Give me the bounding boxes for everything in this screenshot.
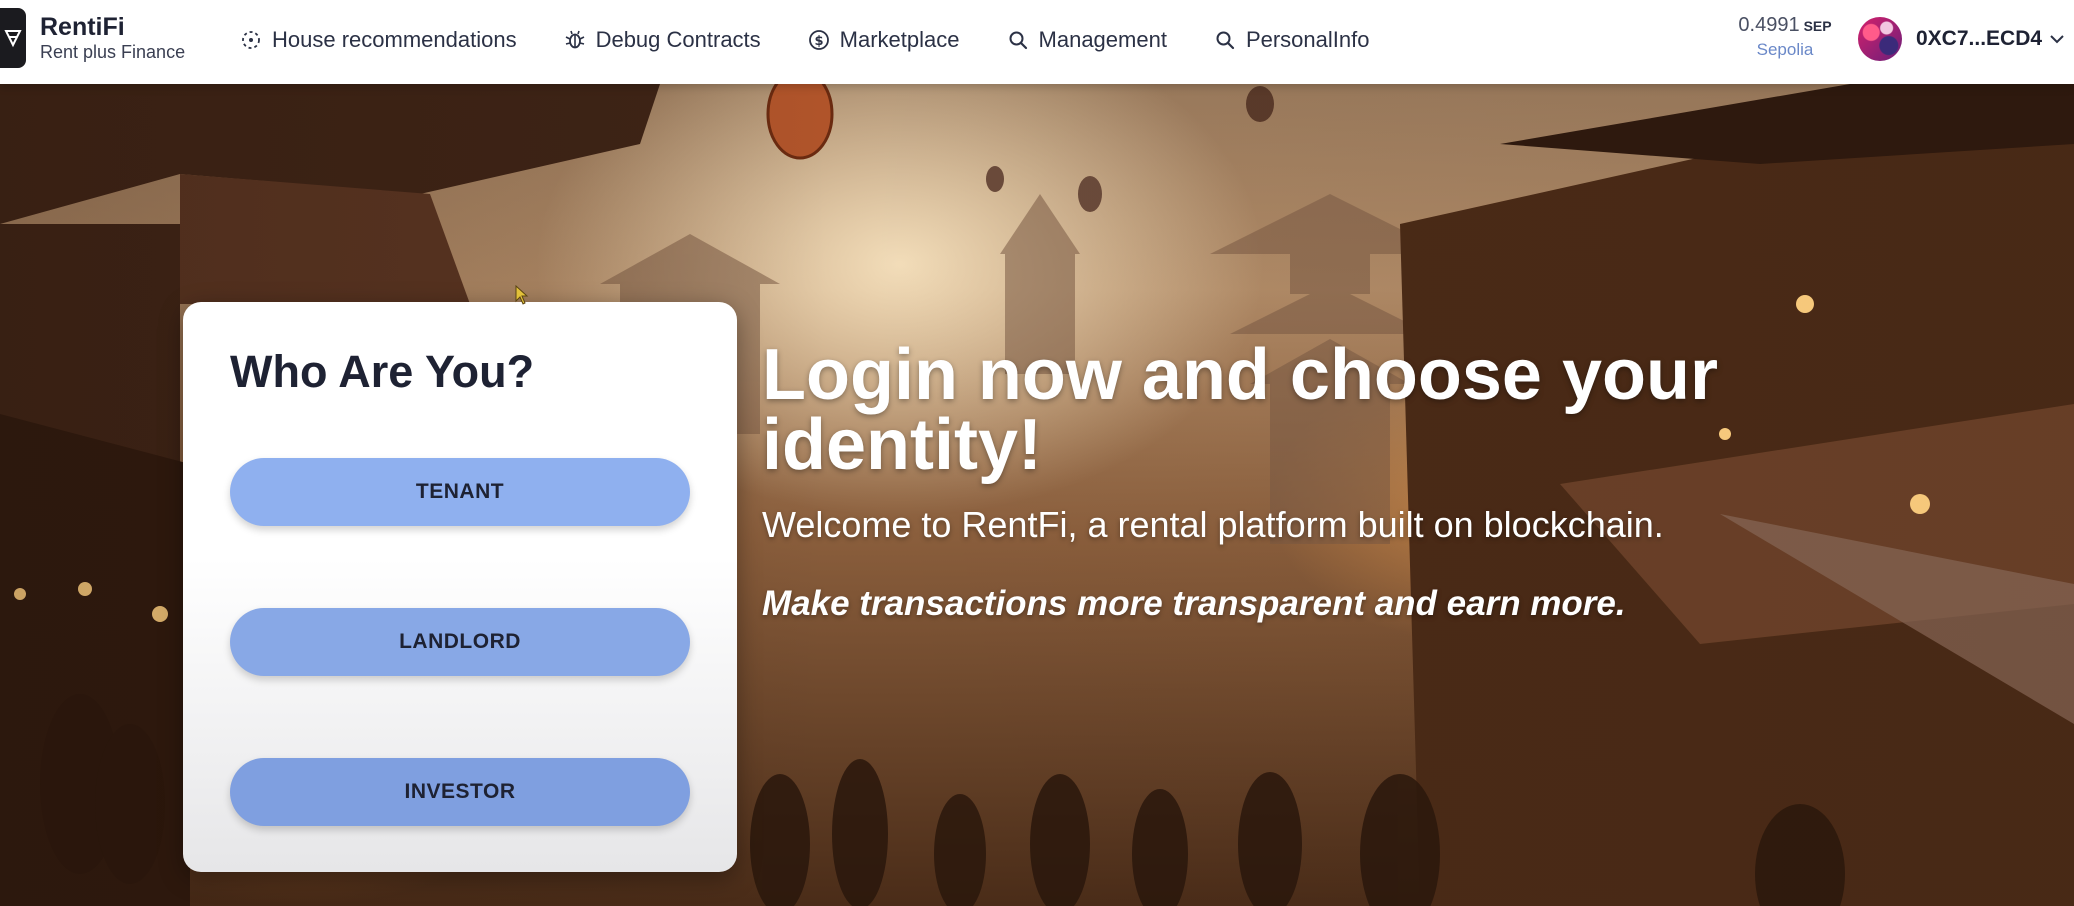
hero-welcome-text: Welcome to RentFi, a rental platform bui… [762, 504, 1664, 545]
wallet-balance: 0.4991 SEP Sepolia [1730, 12, 1840, 61]
nav-item-marketplace[interactable]: $ Marketplace [808, 27, 960, 53]
search-icon [1009, 31, 1027, 50]
nav-label: Management [1038, 27, 1167, 52]
balance-unit: SEP [1803, 18, 1832, 34]
landlord-button[interactable]: LANDLORD [230, 608, 690, 676]
main-nav: House recommendations Debug Contracts $ … [240, 0, 1416, 80]
sparkle-icon [242, 31, 260, 49]
avatar [1858, 17, 1902, 61]
top-navigation-bar: RentiFi Rent plus Finance House recommen… [0, 0, 2074, 84]
investor-button[interactable]: INVESTOR [230, 758, 690, 826]
search-icon [1216, 31, 1235, 50]
nav-item-house-recommendations[interactable]: House recommendations [240, 27, 517, 53]
mouse-cursor-icon [515, 285, 529, 305]
brand[interactable]: RentiFi Rent plus Finance [0, 8, 185, 68]
balance-amount-line: 0.4991 SEP [1730, 12, 1840, 39]
dollar-icon: $ [808, 30, 829, 50]
rentifi-logo-icon [0, 8, 26, 68]
svg-text:$: $ [814, 34, 823, 49]
chevron-down-icon [2050, 35, 2064, 44]
nav-item-personalinfo[interactable]: PersonalInfo [1214, 27, 1370, 53]
hero-title: Login now and choose your identity! [762, 335, 1719, 485]
account-address: 0XC7...ECD4 [1916, 27, 2043, 50]
nav-item-debug-contracts[interactable]: Debug Contracts [564, 27, 761, 53]
network-name: Sepolia [1756, 40, 1814, 59]
identity-card: Who Are You? TENANT LANDLORD INVESTOR [183, 302, 737, 872]
bug-icon [565, 30, 584, 49]
hero-tagline: Make transactions more transparent and e… [762, 584, 1626, 623]
nav-label: PersonalInfo [1245, 27, 1370, 52]
identity-card-title: Who Are You? [230, 346, 535, 397]
nav-label: Debug Contracts [595, 27, 761, 52]
balance-amount: 0.4991 [1738, 14, 1800, 36]
nav-item-management[interactable]: Management [1007, 27, 1167, 53]
tenant-button[interactable]: TENANT [230, 458, 690, 526]
nav-label: Marketplace [839, 27, 960, 52]
brand-text: RentiFi Rent plus Finance [40, 13, 185, 63]
brand-name: RentiFi [40, 13, 125, 41]
brand-tagline: Rent plus Finance [40, 42, 186, 62]
nav-label: House recommendations [272, 27, 517, 52]
account-dropdown[interactable]: 0XC7...ECD4 [1858, 14, 2066, 64]
